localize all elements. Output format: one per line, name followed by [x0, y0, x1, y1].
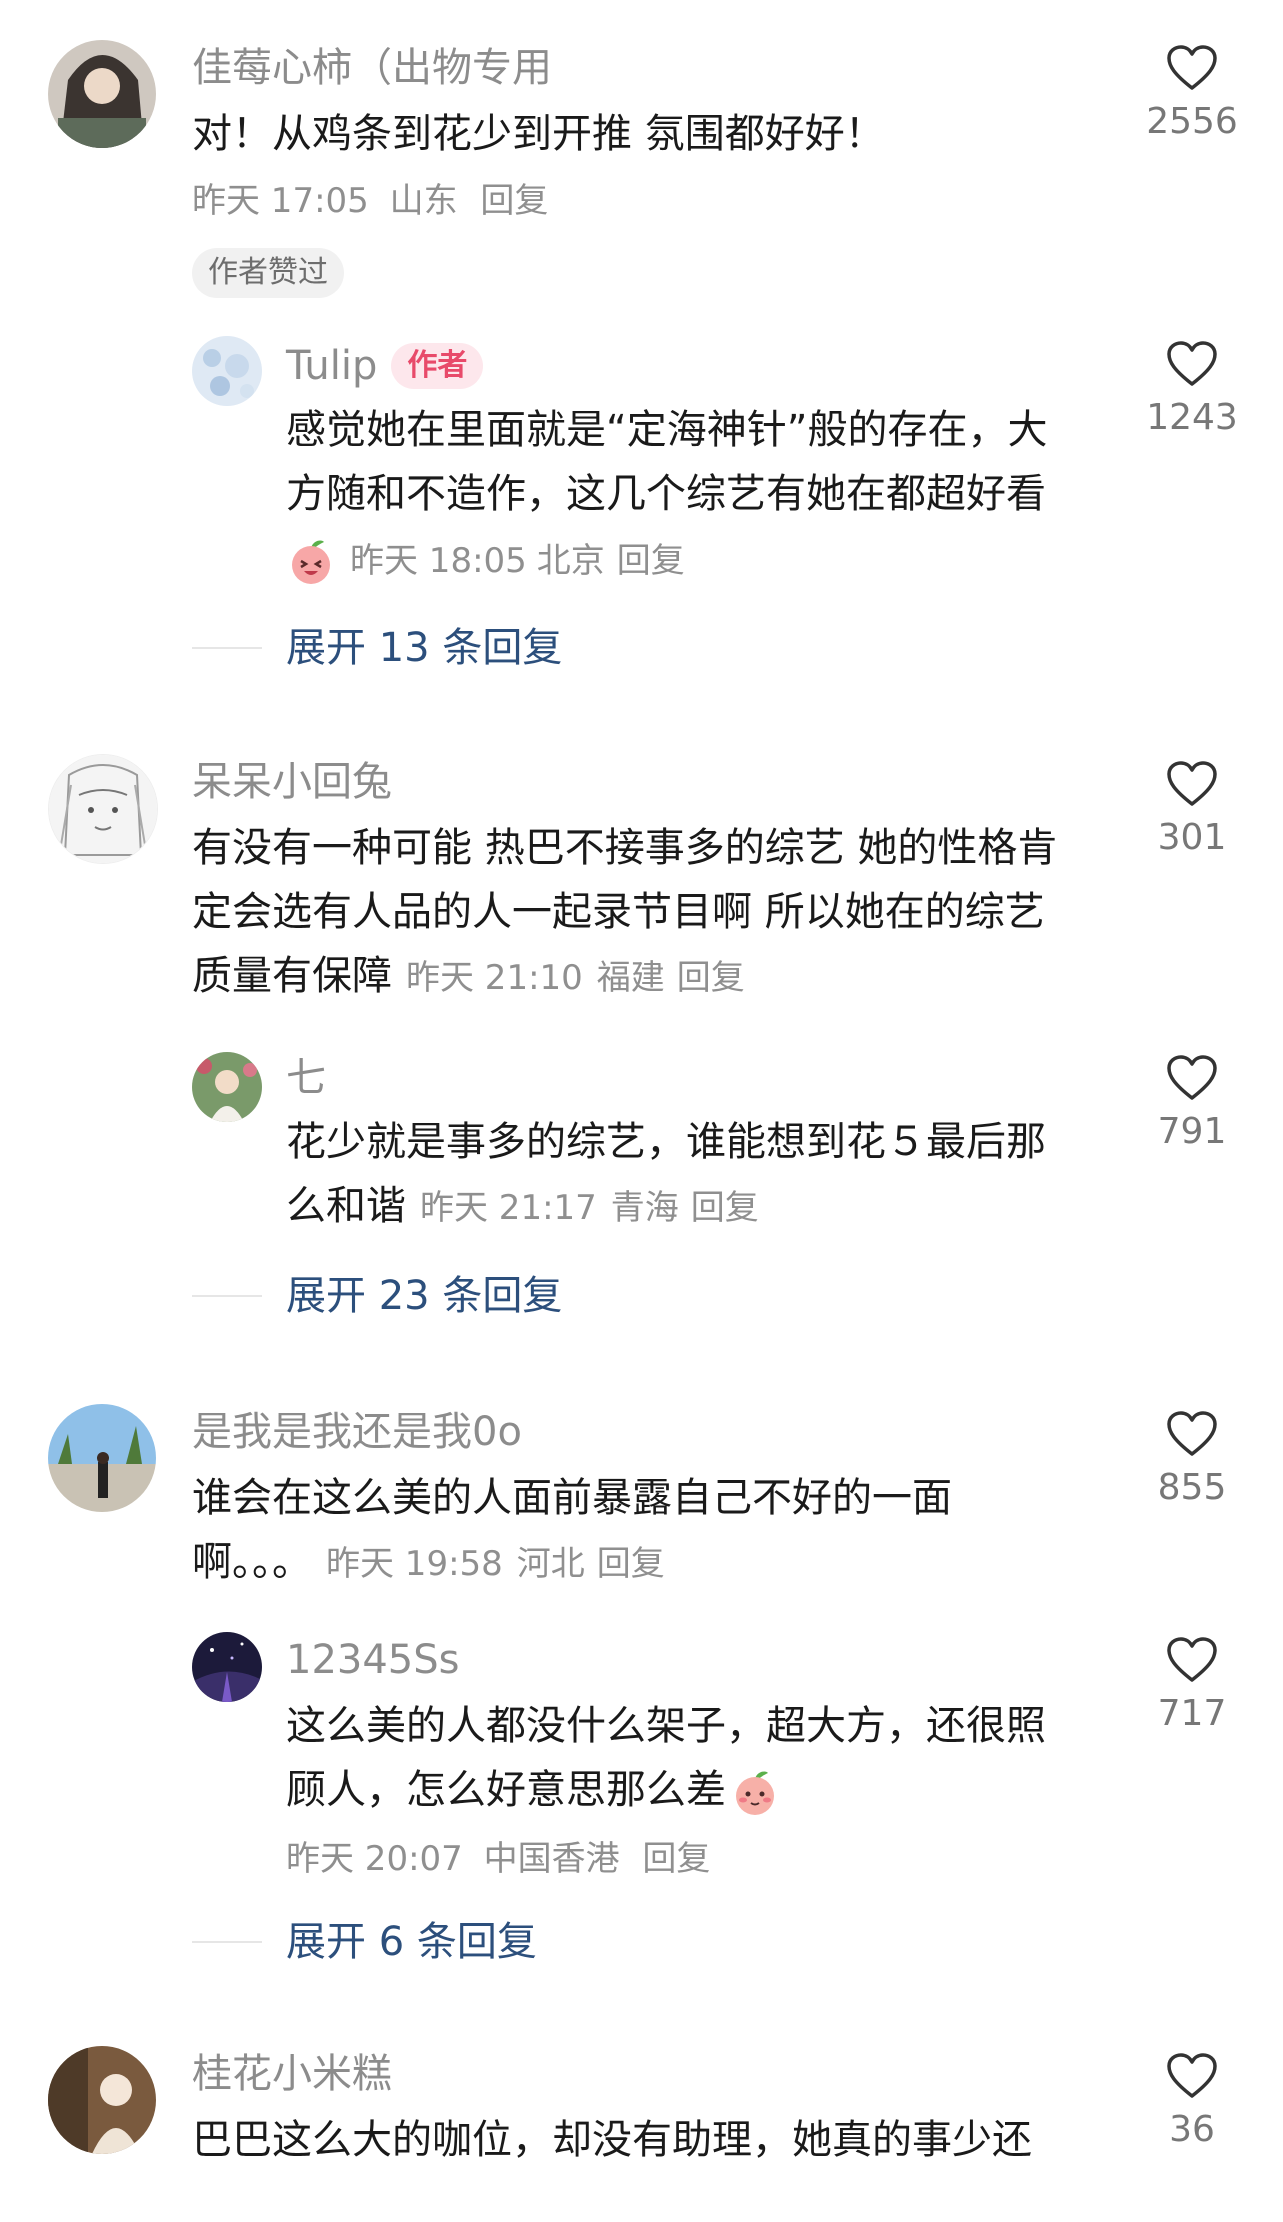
cutoff-fade: [0, 2190, 1283, 2222]
reply-button[interactable]: 回复: [480, 181, 548, 221]
like-count: 2556: [1146, 101, 1238, 142]
avatar[interactable]: [48, 2046, 156, 2154]
comment-text-line: 啊。。。 昨天 19:58 河北 回复: [192, 1530, 665, 1596]
reply-text-line: 顾人，怎么好意思那么差: [286, 1758, 780, 1822]
reply-meta: 昨天 20:07 中国香港 回复: [286, 1836, 710, 1882]
like-button[interactable]: 791: [1122, 1054, 1262, 1154]
heart-icon[interactable]: [1122, 1054, 1262, 1102]
expand-replies-button[interactable]: 展开 23 条回复: [286, 1272, 562, 1320]
comment-username[interactable]: 桂花小米糕: [192, 2050, 392, 2098]
reply-meta: 昨天 18:05 北京 回复: [286, 536, 685, 586]
divider: [192, 1941, 262, 1943]
avatar[interactable]: [48, 40, 156, 148]
reply-text-end: 么和谐: [286, 1183, 406, 1229]
heart-icon[interactable]: [1122, 1636, 1262, 1684]
like-count: 1243: [1146, 397, 1238, 438]
reply-time: 昨天 21:17: [420, 1188, 597, 1228]
comment-username[interactable]: 呆呆小回兔: [192, 758, 392, 806]
reply-location: 北京: [536, 541, 605, 581]
reply-username[interactable]: 12345Ss: [286, 1636, 459, 1684]
reply-button[interactable]: 回复: [677, 958, 745, 998]
like-count: 855: [1157, 1467, 1227, 1508]
comment-time: 昨天 21:10: [406, 958, 583, 998]
reply-text-line: 这么美的人都没什么架子，超大方，还很照: [286, 1703, 1046, 1749]
like-count: 36: [1169, 2109, 1215, 2150]
avatar[interactable]: [48, 754, 158, 864]
like-button[interactable]: 2556: [1122, 44, 1262, 144]
like-button[interactable]: 301: [1122, 760, 1262, 860]
reply-button[interactable]: 回复: [642, 1839, 710, 1879]
comment-location: 河北: [516, 1544, 585, 1584]
peach-blush-emoji: [730, 1767, 780, 1817]
reply-username[interactable]: Tulip: [286, 342, 377, 390]
expand-replies-button[interactable]: 展开 6 条回复: [286, 1918, 537, 1966]
comment-text-line: 有没有一种可能 热巴不接事多的综艺 她的性格肯: [192, 825, 1058, 871]
comment-text-line: 谁会在这么美的人面前暴露自己不好的一面: [192, 1475, 952, 1521]
reply-text-line: 方随和不造作，这几个综艺有她在都超好看: [286, 471, 1046, 517]
peach-laugh-emoji: [286, 536, 336, 586]
expand-replies-button[interactable]: 展开 13 条回复: [286, 624, 562, 672]
comment-text-line: 巴巴这么大的咖位，却没有助理，她真的事少还: [192, 2117, 1032, 2163]
heart-icon[interactable]: [1122, 2052, 1262, 2100]
reply-button[interactable]: 回复: [691, 1188, 759, 1228]
reply-header: Tulip 作者: [286, 340, 484, 392]
reply-location: 中国香港: [483, 1839, 620, 1879]
like-button[interactable]: 717: [1122, 1636, 1262, 1736]
like-count: 791: [1157, 1111, 1227, 1152]
avatar[interactable]: [48, 1404, 156, 1512]
reply-button[interactable]: 回复: [617, 538, 685, 584]
comment-location: 福建: [596, 958, 665, 998]
heart-icon[interactable]: [1122, 1410, 1262, 1458]
like-button[interactable]: 1243: [1122, 340, 1262, 440]
reply-time: 昨天 20:07: [286, 1839, 463, 1879]
like-button[interactable]: 36: [1122, 2052, 1262, 2152]
heart-icon[interactable]: [1122, 760, 1262, 808]
divider: [192, 647, 262, 649]
like-count: 717: [1157, 1693, 1227, 1734]
like-count: 301: [1157, 817, 1227, 858]
reply-avatar[interactable]: [192, 1632, 262, 1702]
reply-avatar[interactable]: [192, 1052, 262, 1122]
author-liked-badge: 作者赞过: [192, 248, 344, 298]
author-badge: 作者: [391, 343, 484, 389]
reply-text-line: 花少就是事多的综艺，谁能想到花５最后那: [286, 1119, 1046, 1165]
heart-icon[interactable]: [1122, 340, 1262, 388]
comment-time: 昨天 17:05: [192, 181, 369, 221]
heart-icon[interactable]: [1122, 44, 1262, 92]
comment-meta: 昨天 17:05 山东 回复: [192, 178, 548, 224]
comment-time: 昨天 19:58: [326, 1544, 503, 1584]
comment-location: 山东: [389, 181, 458, 221]
comment-text-end: 质量有保障: [192, 953, 392, 999]
comment-text-end: 啊。。。: [192, 1539, 312, 1585]
comment-username[interactable]: 是我是我还是我0o: [192, 1408, 522, 1456]
comment-text-line: 定会选有人品的人一起录节目啊 所以她在的综艺: [192, 889, 1045, 935]
comment-username[interactable]: 佳莓心柿（出物专用: [192, 44, 552, 92]
reply-text-line: 么和谐 昨天 21:17 青海 回复: [286, 1174, 759, 1240]
comment-text: 对！从鸡条到花少到开推 氛围都好好！: [192, 111, 885, 157]
reply-avatar[interactable]: [192, 336, 262, 406]
like-button[interactable]: 855: [1122, 1410, 1262, 1510]
reply-username[interactable]: 七: [286, 1054, 326, 1102]
reply-location: 青海: [610, 1188, 679, 1228]
divider: [192, 1295, 262, 1297]
reply-button[interactable]: 回复: [597, 1544, 665, 1584]
reply-text-end: 顾人，怎么好意思那么差: [286, 1767, 726, 1813]
reply-text-line: 感觉她在里面就是“定海神针”般的存在，大: [286, 407, 1048, 453]
reply-time: 昨天 18:05: [350, 541, 527, 581]
comment-text-line: 质量有保障 昨天 21:10 福建 回复: [192, 944, 745, 1010]
